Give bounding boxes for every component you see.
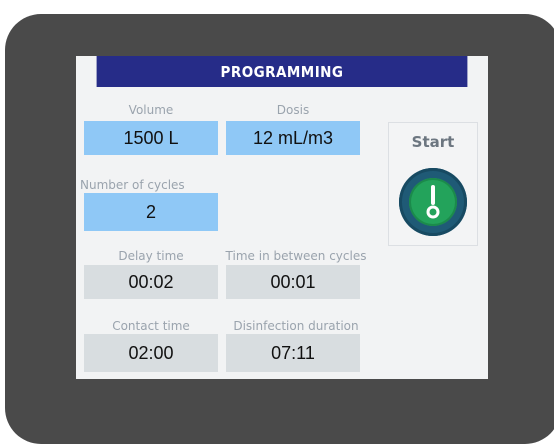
start-button[interactable] — [399, 168, 467, 236]
page-title: PROGRAMMING — [96, 56, 468, 87]
contact-time-label: Contact time — [112, 319, 190, 333]
time-between-cycles-value: 00:01 — [226, 265, 360, 299]
start-label: Start — [411, 133, 455, 151]
volume-input[interactable]: 1500 L — [84, 121, 218, 155]
start-panel: Start — [388, 122, 478, 246]
disinfection-duration-label: Disinfection duration — [233, 319, 359, 333]
dosis-input[interactable]: 12 mL/m3 — [226, 121, 360, 155]
cycles-input[interactable]: 2 — [84, 193, 218, 231]
disinfection-duration-value: 07:11 — [226, 334, 360, 372]
delay-time-value: 00:02 — [84, 265, 218, 299]
delay-time-label: Delay time — [118, 249, 184, 263]
cycles-label: Number of cycles — [80, 178, 185, 192]
dosis-label: Dosis — [276, 103, 310, 117]
contact-time-value: 02:00 — [84, 334, 218, 372]
power-toggle-icon — [426, 185, 440, 219]
start-button-face — [409, 178, 457, 226]
touch-screen: PROGRAMMING Volume 1500 L Dosis 12 mL/m3… — [76, 56, 488, 379]
volume-label: Volume — [128, 103, 174, 117]
time-between-cycles-label: Time in between cycles — [225, 249, 367, 263]
